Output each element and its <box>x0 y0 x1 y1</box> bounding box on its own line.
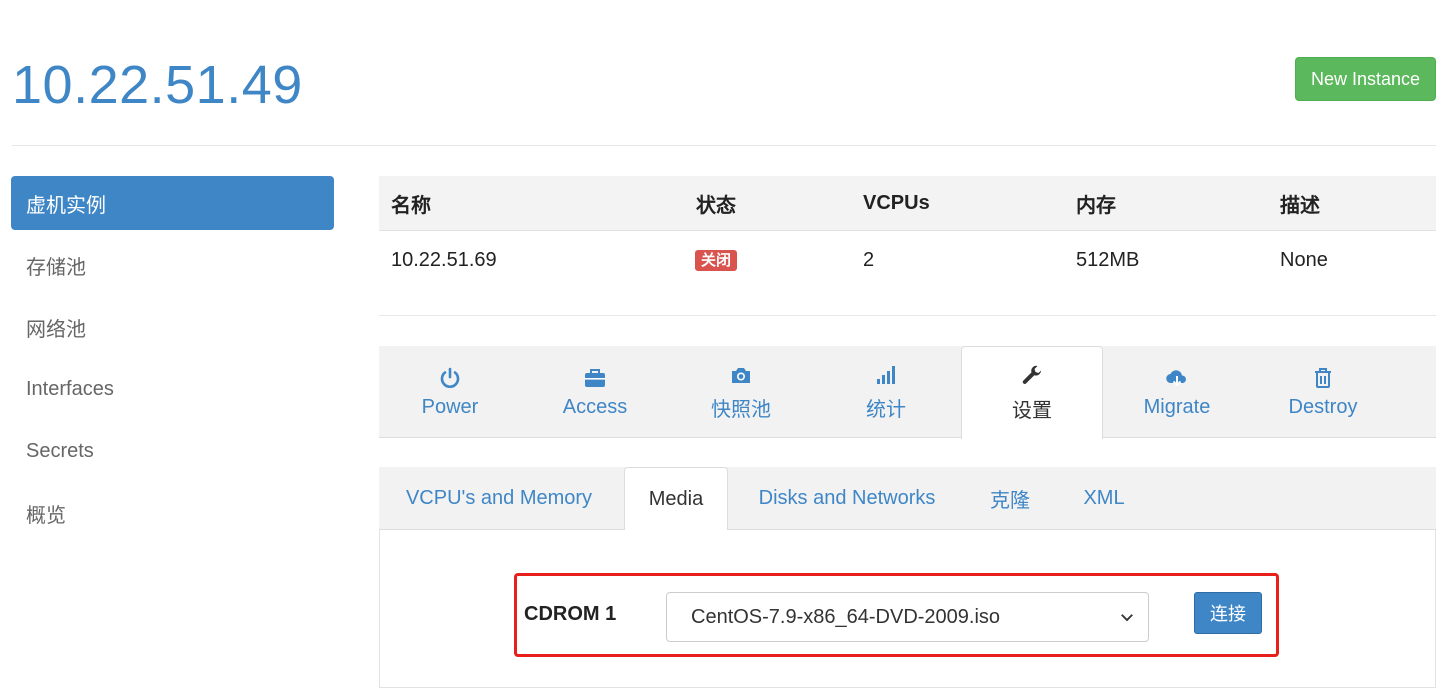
tab-destroy-label: Destroy <box>1288 395 1358 418</box>
tab-stats-label: 统计 <box>866 398 906 421</box>
tab-access[interactable]: Access <box>524 346 666 438</box>
sidebar-item-interfaces[interactable]: Interfaces <box>11 362 334 416</box>
instance-table: 名称 状态 VCPUs 内存 描述 10.22.51.69 关闭 2 512MB… <box>379 176 1436 289</box>
tab-media[interactable]: Media <box>624 467 728 531</box>
sidebar-item-overview[interactable]: 概览 <box>11 486 334 540</box>
instance-memory: 512MB <box>1076 248 1140 271</box>
column-header-vcpus: VCPUs <box>863 191 930 214</box>
settings-tabs: VCPU's and Memory Media Disks and Networ… <box>379 467 1436 531</box>
tab-snapshots-label: 快照池 <box>711 398 771 421</box>
instance-name: 10.22.51.69 <box>391 248 497 271</box>
tab-disks-networks[interactable]: Disks and Networks <box>741 467 953 530</box>
sidebar-item-network-pools[interactable]: 网络池 <box>11 300 334 354</box>
tab-settings-label: 设置 <box>1012 399 1052 422</box>
sidebar: 虚机实例 存储池 网络池 Interfaces Secrets 概览 <box>11 176 334 548</box>
action-tabs: Power Access 快照池 统计 设置 Migrate Destroy <box>379 346 1436 439</box>
tab-stats[interactable]: 统计 <box>815 346 957 438</box>
table-row: 10.22.51.69 关闭 2 512MB None <box>379 231 1436 289</box>
wrench-icon <box>1022 365 1041 384</box>
page-title: 10.22.51.49 <box>12 55 303 115</box>
iso-select-value: CentOS-7.9-x86_64-DVD-2009.iso <box>691 605 1001 628</box>
tab-destroy[interactable]: Destroy <box>1252 346 1394 438</box>
sidebar-item-storage-pools[interactable]: 存储池 <box>11 238 334 292</box>
sidebar-item-secrets[interactable]: Secrets <box>11 424 334 478</box>
tab-power[interactable]: Power <box>379 346 521 438</box>
instance-description: None <box>1280 248 1328 271</box>
cloud-download-icon <box>1166 369 1186 386</box>
briefcase-icon <box>585 368 605 387</box>
section-divider <box>379 315 1436 316</box>
iso-select[interactable]: CentOS-7.9-x86_64-DVD-2009.iso <box>666 592 1149 642</box>
instance-vcpus: 2 <box>863 248 875 271</box>
tab-access-label: Access <box>562 395 628 418</box>
header-divider <box>12 145 1436 146</box>
table-header: 名称 状态 VCPUs 内存 描述 <box>379 176 1436 231</box>
sidebar-item-instances[interactable]: 虚机实例 <box>11 176 334 230</box>
camera-icon <box>732 367 750 383</box>
trash-icon <box>1315 367 1331 388</box>
tab-snapshots[interactable]: 快照池 <box>670 346 812 438</box>
status-badge: 关闭 <box>695 249 738 271</box>
column-header-description: 描述 <box>1280 194 1320 217</box>
tab-migrate[interactable]: Migrate <box>1106 346 1248 438</box>
column-header-memory: 内存 <box>1076 194 1116 217</box>
tab-migrate-label: Migrate <box>1143 395 1211 418</box>
tab-vcpu-memory[interactable]: VCPU's and Memory <box>379 467 619 530</box>
column-header-status: 状态 <box>696 194 736 217</box>
power-icon <box>440 367 460 388</box>
new-instance-button[interactable]: New Instance <box>1295 57 1436 101</box>
chevron-down-icon <box>1121 614 1133 622</box>
cdrom-label: CDROM 1 <box>524 603 617 625</box>
stats-icon <box>877 365 895 384</box>
column-header-name: 名称 <box>391 194 431 217</box>
tab-clone[interactable]: 克隆 <box>975 467 1045 530</box>
tab-xml[interactable]: XML <box>1069 467 1139 530</box>
tab-settings[interactable]: 设置 <box>961 346 1103 439</box>
connect-button[interactable]: 连接 <box>1194 592 1262 634</box>
tab-power-label: Power <box>421 395 479 418</box>
